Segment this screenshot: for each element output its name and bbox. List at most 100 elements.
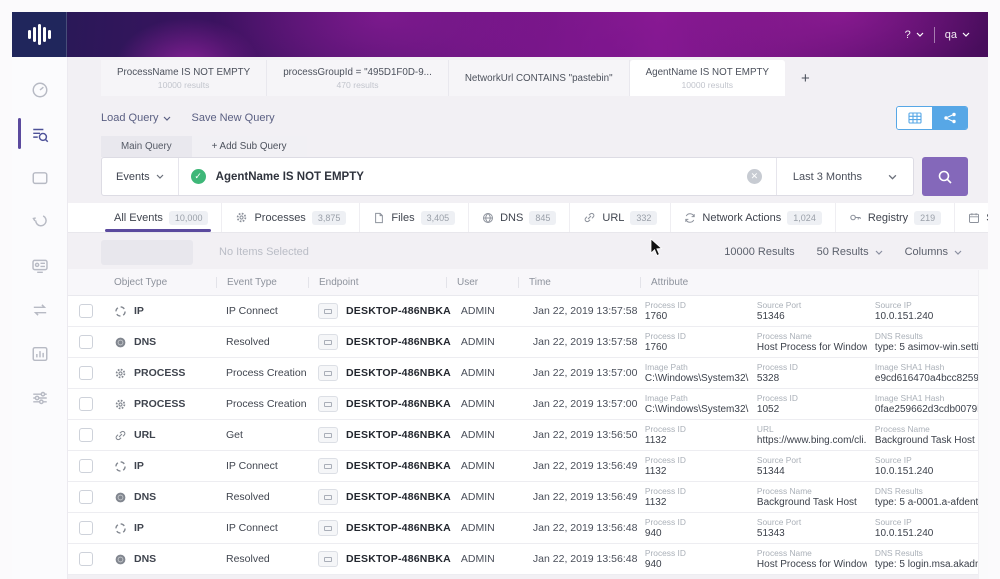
attribute-value: Background Task Host: [756, 497, 857, 508]
endpoint-icon: [318, 551, 338, 567]
clear-query-icon[interactable]: ✕: [746, 169, 762, 184]
sidebar-item-settings[interactable]: [12, 379, 67, 416]
divider: [933, 26, 935, 43]
save-new-query-button[interactable]: Save New Query: [191, 112, 274, 124]
event-tab-all-events[interactable]: All Events 10,000: [101, 203, 223, 232]
query-tab[interactable]: processGroupId = "495D1F0D-9... 470 resul…: [267, 60, 449, 96]
valid-query-icon: ✓: [190, 169, 206, 184]
table-row[interactable]: DNS Resolved DESKTOP-486NBKA ADMIN Jan 22, 2…: [68, 544, 988, 575]
sidebar-item-investigation[interactable]: [12, 115, 67, 152]
row-checkbox[interactable]: [79, 304, 93, 318]
search-button[interactable]: [922, 157, 968, 196]
attribute-cell: Source IP 10.0.151.240: [875, 455, 988, 477]
attribute-cell: Process ID 1132: [645, 424, 757, 446]
scope-selector[interactable]: Events: [102, 158, 179, 195]
table-view-button[interactable]: [897, 107, 932, 129]
column-header-endpoint[interactable]: Endpoint: [308, 276, 446, 288]
table-row[interactable]: DNS Resolved DESKTOP-486NBKA ADMIN Jan 22, 2…: [68, 482, 988, 513]
user-menu[interactable]: qa: [945, 29, 970, 41]
search-icon: [938, 170, 952, 184]
load-query-button[interactable]: Load Query: [101, 112, 171, 124]
attribute-label: Source IP: [874, 300, 912, 310]
user-label: qa: [944, 28, 957, 41]
event-tab-network-actions[interactable]: Network Actions 1,024: [671, 203, 836, 232]
endpoint-icon: [318, 396, 338, 412]
row-checkbox[interactable]: [79, 490, 93, 504]
help-label: ?: [904, 28, 911, 41]
attribute-label: Process Name: [874, 424, 930, 434]
column-header-event-type[interactable]: Event Type: [216, 276, 308, 288]
sidebar-item-reports[interactable]: [12, 335, 67, 372]
logo-icon: [27, 24, 51, 45]
event-tab-scheduled-tasks[interactable]: Scheduled Tasks300: [955, 203, 988, 232]
table-row[interactable]: IP IP Connect DESKTOP-486NBKA ADMIN Jan 22, …: [68, 513, 988, 544]
sidebar-item-dashboard[interactable]: [12, 71, 67, 108]
attribute-value: 940: [644, 528, 662, 539]
table-row[interactable]: PROCESS Process Creation DESKTOP-486NBKA AD…: [68, 389, 988, 420]
query-tab[interactable]: ProcessName IS NOT EMPTY 10000 results: [101, 60, 268, 96]
event-tab-files[interactable]: Files 3,405: [360, 203, 470, 232]
object-type-label: IP: [134, 305, 144, 317]
query-tab-results: 470 results: [336, 79, 379, 90]
row-checkbox[interactable]: [79, 397, 93, 411]
column-header-object-type[interactable]: Object Type: [104, 277, 216, 288]
attribute-value: type: 5 asimov-win.setting...: [874, 342, 980, 353]
brand-logo[interactable]: [12, 12, 67, 57]
event-tab-url[interactable]: URL 332: [570, 203, 672, 232]
event-tab-registry[interactable]: Registry 219: [836, 203, 956, 232]
attribute-cell: Process Name Host Process for Window...: [757, 548, 875, 570]
object-type-label: DNS: [134, 491, 157, 503]
table-row[interactable]: URL Get DESKTOP-486NBKA ADMIN Jan 22, 2019 1…: [68, 420, 988, 451]
row-checkbox[interactable]: [79, 552, 93, 566]
query-tab[interactable]: NetworkUrl CONTAINS "pastebin": [448, 60, 630, 96]
time-range-dropdown[interactable]: Last 3 Months: [777, 171, 913, 183]
event-tab-dns[interactable]: DNS 845: [469, 203, 571, 232]
attribute-value: 1132: [644, 497, 667, 508]
query-input[interactable]: AgentName IS NOT EMPTY: [216, 171, 364, 183]
object-type-cell: IP: [104, 305, 216, 318]
page-size-dropdown[interactable]: 50 Results: [817, 246, 883, 258]
query-tab[interactable]: AgentName IS NOT EMPTY 10000 results: [629, 60, 786, 96]
column-header-time[interactable]: Time: [518, 276, 640, 288]
graph-view-button[interactable]: [932, 107, 967, 129]
endpoint-name: DESKTOP-486NBKA: [346, 398, 451, 410]
table-row[interactable]: IP IP Connect DESKTOP-486NBKA ADMIN Jan 22, …: [68, 296, 988, 327]
table-row[interactable]: PROCESS Process Creation DESKTOP-486NBKA AD…: [68, 358, 988, 389]
row-checkbox[interactable]: [79, 335, 93, 349]
row-checkbox[interactable]: [79, 366, 93, 380]
sidebar-item-malops[interactable]: [12, 159, 67, 196]
row-checkbox[interactable]: [79, 459, 93, 473]
event-tab-label: Scheduled Tasks: [986, 212, 988, 224]
column-header-attribute[interactable]: Attribute: [640, 276, 988, 288]
table-row[interactable]: IP IP Connect DESKTOP-486NBKA ADMIN Jan 22, …: [68, 451, 988, 482]
main-query-tab[interactable]: Main Query: [101, 136, 192, 157]
results-table: Object Type Event Type Endpoint User Time Att…: [68, 269, 988, 575]
row-checkbox[interactable]: [79, 428, 93, 442]
left-sidebar: [12, 57, 68, 579]
new-query-tab-button[interactable]: +: [785, 60, 826, 96]
sidebar-item-activity[interactable]: [12, 291, 67, 328]
sidebar-item-sensors[interactable]: [12, 247, 67, 284]
user-cell: ADMIN: [460, 522, 495, 534]
endpoint-cell: DESKTOP-486NBKA: [308, 551, 451, 567]
attributes-cell: Process ID 1132 Process Name Background …: [645, 486, 988, 508]
user-cell: ADMIN: [460, 553, 495, 565]
attribute-value: 10.0.151.240: [874, 528, 934, 539]
event-tab-label: DNS: [500, 211, 524, 224]
column-header-user[interactable]: User: [446, 276, 518, 288]
attribute-label: Process ID: [644, 455, 686, 465]
table-row[interactable]: DNS Resolved DESKTOP-486NBKA ADMIN Jan 22, 2…: [68, 327, 988, 358]
endpoint-cell: DESKTOP-486NBKA: [308, 427, 451, 443]
user-cell: ADMIN: [460, 305, 495, 317]
sidebar-item-hunting[interactable]: [12, 203, 67, 240]
attribute-cell: URL https://www.bing.com/cli...: [757, 424, 875, 446]
event-tab-processes[interactable]: Processes 3,875: [222, 203, 361, 232]
add-sub-query-tab[interactable]: + Add Sub Query: [191, 136, 307, 157]
endpoint-name: DESKTOP-486NBKA: [346, 553, 451, 565]
time-cell: Jan 22, 2019 13:57:00: [532, 367, 638, 379]
help-menu[interactable]: ?: [905, 29, 924, 41]
scrollbar-track[interactable]: [978, 270, 988, 579]
total-results-label: 10000 Results: [724, 246, 795, 258]
row-checkbox[interactable]: [79, 521, 93, 535]
columns-dropdown[interactable]: Columns: [905, 246, 962, 258]
